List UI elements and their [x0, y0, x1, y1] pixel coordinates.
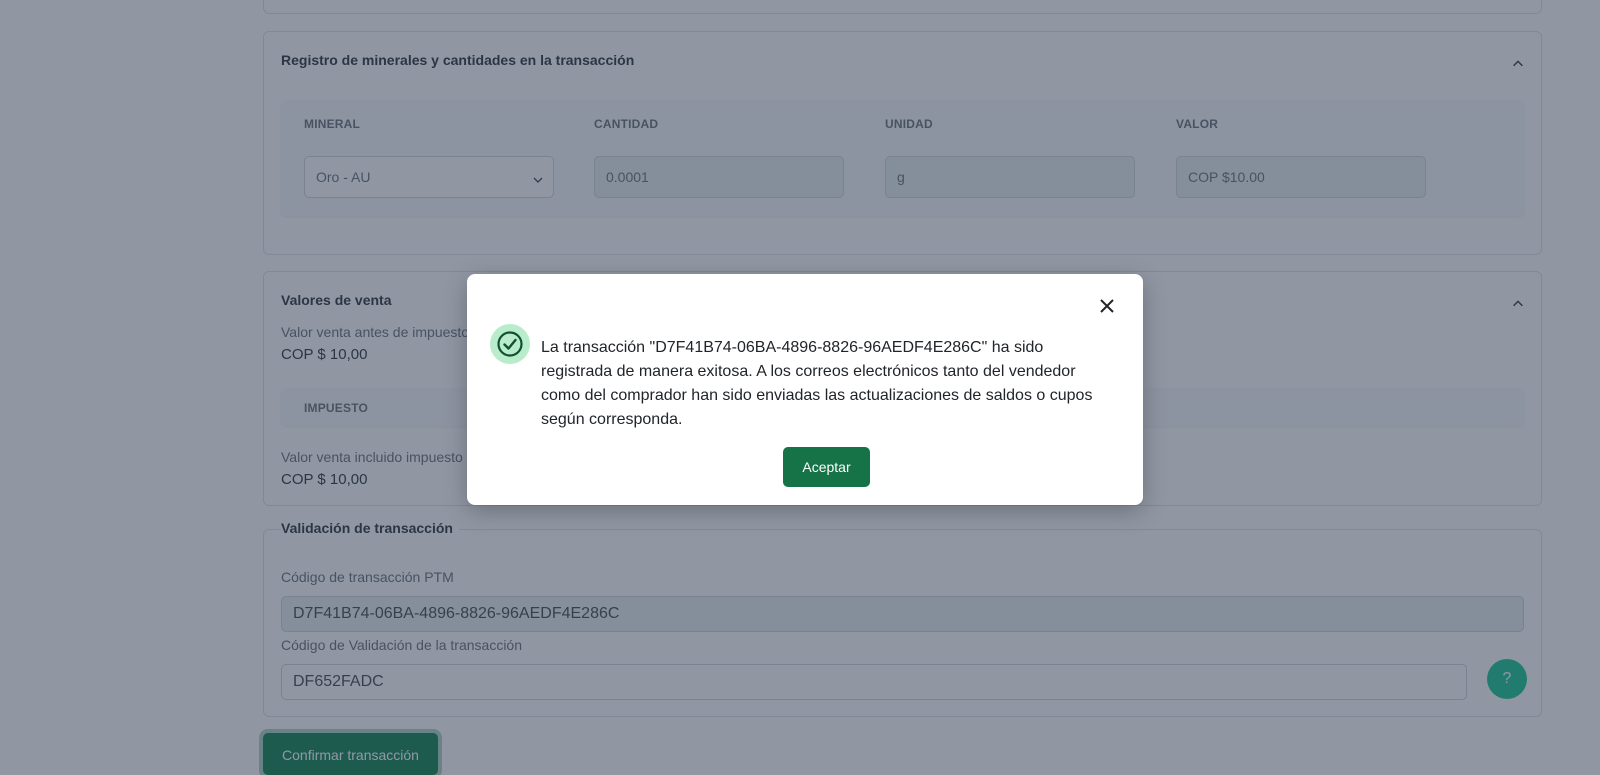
modal-message: La transacción "D7F41B74-06BA-4896-8826-… [541, 339, 1093, 428]
close-icon[interactable] [1095, 294, 1119, 318]
check-circle-icon [490, 324, 530, 364]
success-modal: La transacción "D7F41B74-06BA-4896-8826-… [467, 274, 1143, 505]
accept-button[interactable]: Aceptar [783, 447, 870, 487]
